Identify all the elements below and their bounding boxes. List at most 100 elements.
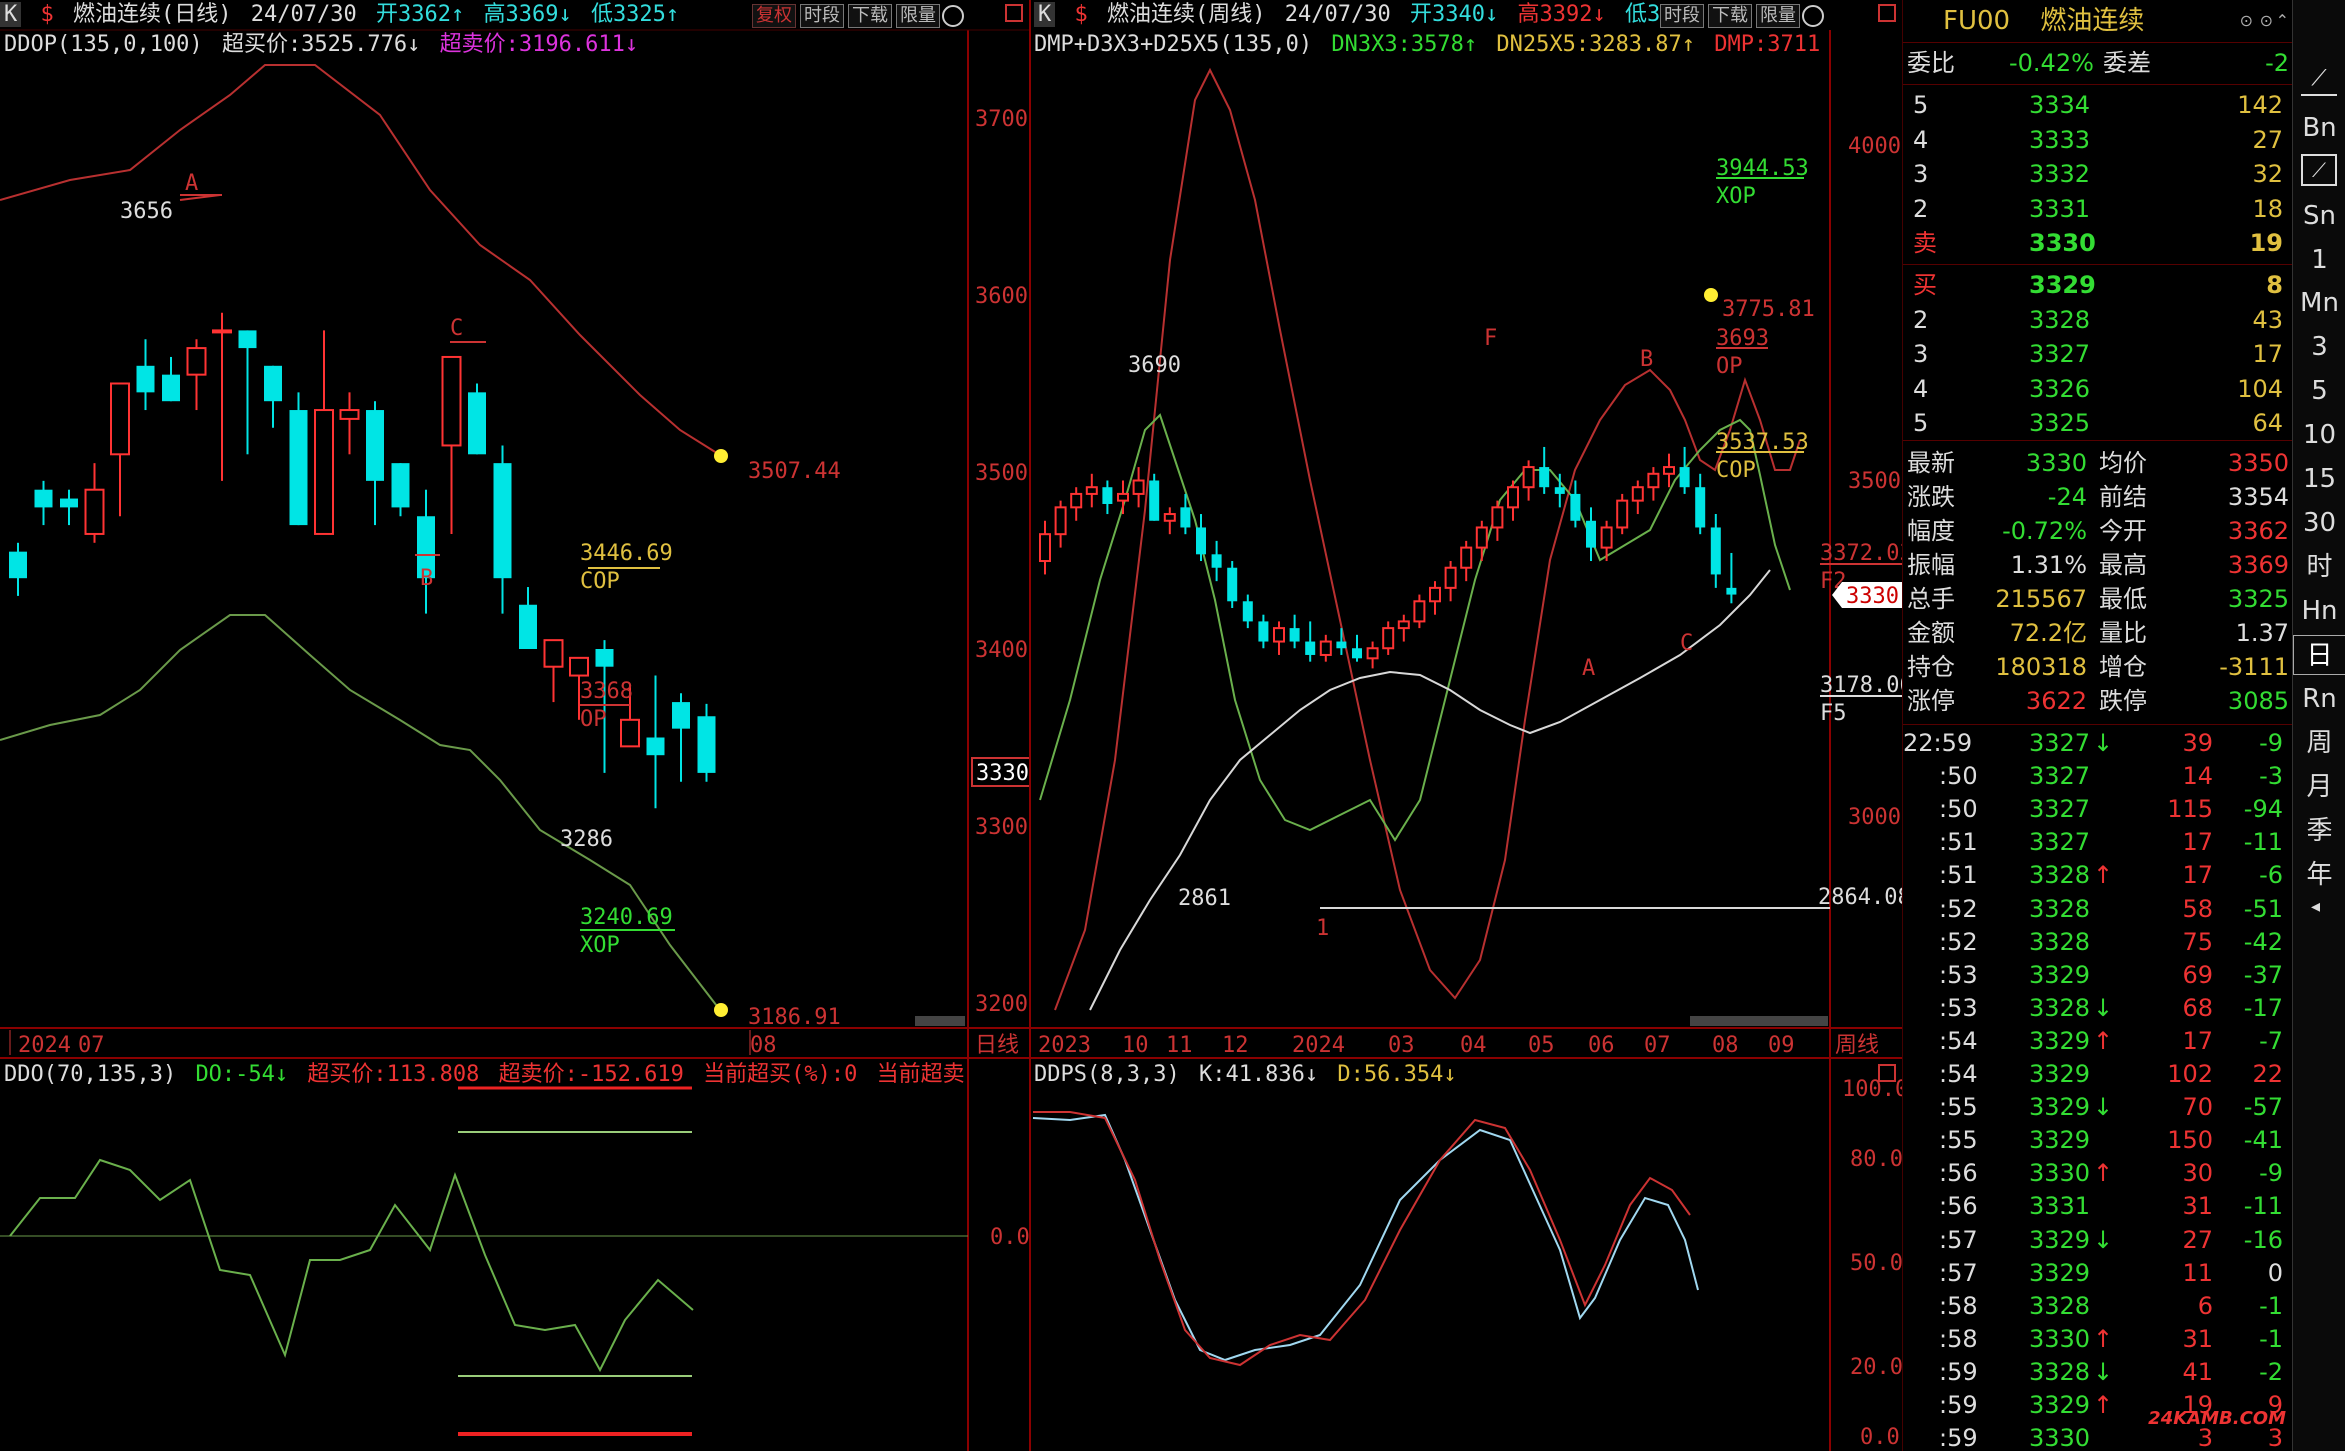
tick-row[interactable]: :55 3329 ↓ 70 -57 [1903,1090,2293,1124]
weekly-download-button[interactable]: 下载 [1708,4,1752,28]
limit-button[interactable]: 限量 [896,4,940,28]
period-15[interactable]: 季 [2293,811,2345,851]
refresh-icon[interactable]: ⊙ [2260,0,2273,42]
k-icon[interactable]: K [0,2,22,27]
weekly-k-icon[interactable]: K [1034,2,1056,27]
daily-chart[interactable]: A C B 3656 3286 3446.69 COP 3368 OP 3240… [0,0,1030,1451]
period-7[interactable]: 15 [2293,459,2345,499]
tick-row[interactable]: :51 3327 17 -11 [1903,825,2293,859]
period-10[interactable]: Hn [2293,591,2345,631]
tick-row[interactable]: :59 3328 ↓ 41 -2 [1903,1355,2293,1389]
sell-level: 5 [1913,91,1929,119]
s-icon[interactable]: $ [41,2,54,27]
stat-row[interactable]: 持仓 180318 增仓 -3111 [1903,650,2293,684]
weekly-limit-button[interactable]: 限量 [1756,4,1800,28]
tick-row[interactable]: :56 3331 31 -11 [1903,1189,2293,1223]
stat-row[interactable]: 涨跌 -24 前结 3354 [1903,480,2293,514]
sell-row[interactable]: 卖 3330 19 [1903,226,2293,260]
ddps-maximize-icon[interactable] [1878,1064,1896,1082]
buy-row[interactable]: 3 3327 17 [1903,337,2293,371]
weekly-time-8: 06 [1588,1033,1615,1058]
tick-row[interactable]: :50 3327 14 -3 [1903,759,2293,793]
period-8[interactable]: 30 [2293,503,2345,543]
tick-row[interactable]: :54 3329 ↑ 17 -7 [1903,1024,2293,1058]
candle-body [620,718,640,748]
stat-row[interactable]: 振幅 1.31% 最高 3369 [1903,548,2293,582]
ddo-pct-sell: 当前超卖(% [876,1062,964,1087]
period-0[interactable]: Bn [2293,108,2345,148]
period-1[interactable]: Sn [2293,196,2345,236]
buy-row[interactable]: 5 3325 64 [1903,406,2293,440]
period-12[interactable]: Rn [2293,679,2345,719]
period-13[interactable]: 周 [2293,723,2345,763]
tick-row[interactable]: :56 3330 ↑ 30 -9 [1903,1156,2293,1190]
weekly-time-2: 11 [1166,1033,1193,1058]
daily-scrollbar[interactable] [915,1016,965,1026]
tick-row[interactable]: :52 3328 58 -51 [1903,892,2293,926]
stat-row[interactable]: 涨停 3622 跌停 3085 [1903,684,2293,718]
period-9[interactable]: 时 [2293,547,2345,587]
maximize-icon[interactable] [1005,4,1023,22]
tick-row[interactable]: :50 3327 115 -94 [1903,792,2293,826]
period-3[interactable]: Mn [2293,283,2345,323]
period-2[interactable]: 1 [2293,240,2345,280]
tick-volume: 69 [2182,960,2213,989]
arrow-up-icon: ↑ [450,2,465,27]
sell-row[interactable]: 2 3331 18 [1903,192,2293,226]
line-chart-icon[interactable]: ⟋ [2301,66,2337,96]
tick-row[interactable]: :55 3329 150 -41 [1903,1123,2293,1157]
stat-value: 3085 [2227,687,2289,715]
collapse-icon[interactable]: ⌃ [2276,0,2289,42]
triangle-left-icon[interactable]: ◂ [2311,896,2320,917]
restore-rights-button[interactable]: 复权 [752,4,796,28]
tick-row[interactable]: :57 3329 11 0 [1903,1256,2293,1290]
period-14[interactable]: 月 [2293,767,2345,807]
tick-row[interactable]: :54 3329 102 22 [1903,1057,2293,1091]
period-5[interactable]: 5 [2293,371,2345,411]
download-button[interactable]: 下载 [848,4,892,28]
sell-row[interactable]: 4 3333 27 [1903,123,2293,157]
weekly-time-segment-button[interactable]: 时段 [1660,4,1704,28]
sell-row[interactable]: 5 3334 142 [1903,88,2293,122]
stat-row[interactable]: 金额 72.2亿 量比 1.37 [1903,616,2293,650]
candle-body [1149,480,1160,521]
weekly-maximize-icon[interactable] [1878,4,1896,22]
buy-level: 3 [1913,340,1929,368]
ddop-oversell: 超卖价:3196.611 [439,32,625,57]
buy-row[interactable]: 4 3326 104 [1903,372,2293,406]
stat-row[interactable]: 总手 215567 最低 3325 [1903,582,2293,616]
tick-row[interactable]: :58 3330 ↑ 31 -1 [1903,1322,2293,1356]
weekly-clock-icon[interactable] [1802,5,1824,27]
period-6[interactable]: 10 [2293,415,2345,455]
time-segment-button[interactable]: 时段 [800,4,844,28]
buy-row[interactable]: 买 3329 8 [1903,268,2293,302]
period-16[interactable]: 年 [2293,855,2345,895]
tick-change: -3 [2259,762,2283,791]
tick-row[interactable]: :52 3328 75 -42 [1903,925,2293,959]
ddo-overbuy: 超买价:113.808 [307,1062,480,1087]
trend-chart-icon[interactable]: ⟋ [2301,154,2337,186]
tick-change: -51 [2243,894,2283,923]
tick-change: -1 [2259,1324,2283,1353]
tick-row[interactable]: 22:59 3327 ↓ 39 -9 [1903,726,2293,760]
weekly-s-icon[interactable]: $ [1075,2,1088,27]
tick-row[interactable]: :57 3329 ↓ 27 -16 [1903,1223,2293,1257]
tick-row[interactable]: :58 3328 6 -1 [1903,1289,2293,1323]
stat-row[interactable]: 幅度 -0.72% 今开 3362 [1903,514,2293,548]
candle-body [595,649,614,667]
settings-icon[interactable]: ⊙ [2240,0,2253,42]
buy-row[interactable]: 2 3328 43 [1903,303,2293,337]
tick-row[interactable]: :53 3328 ↓ 68 -17 [1903,991,2293,1025]
period-11[interactable]: 日 [2293,635,2345,675]
period-4[interactable]: 3 [2293,327,2345,367]
weekly-scrollbar[interactable] [1690,1016,1828,1026]
tick-row[interactable]: :51 3328 ↑ 17 -6 [1903,858,2293,892]
clock-icon[interactable] [942,5,964,27]
quote-divider [1903,724,2293,725]
tick-row[interactable]: :53 3329 69 -37 [1903,958,2293,992]
dmp-name: DMP+D3X3+D25X5(135,0) [1034,32,1313,57]
stat-label: 最高 [2099,551,2147,579]
stat-row[interactable]: 最新 3330 均价 3350 [1903,446,2293,480]
sell-row[interactable]: 3 3332 32 [1903,157,2293,191]
arrow-down-icon: ↓ [1484,2,1499,27]
